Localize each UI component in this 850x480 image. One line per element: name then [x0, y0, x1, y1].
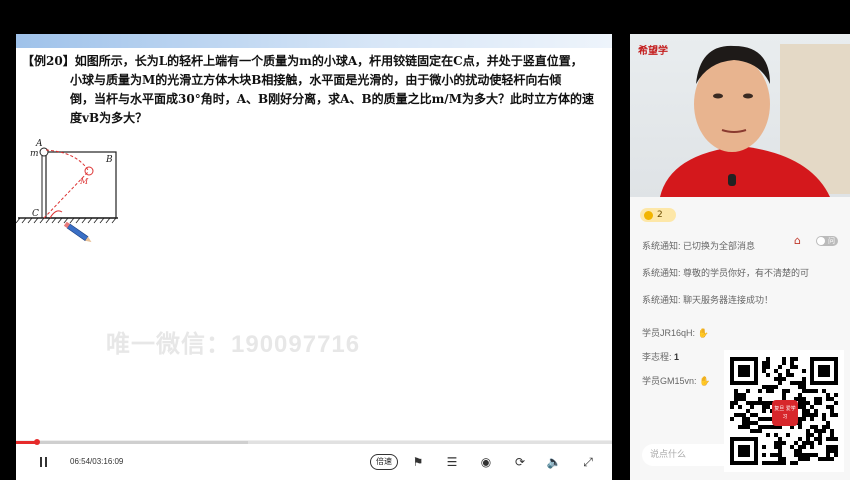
- label-a: A: [35, 139, 43, 149]
- chat-message: 系统通知: 尊敬的学员你好，有不清楚的可: [642, 268, 810, 278]
- label-M: M: [79, 177, 89, 186]
- announcement-icon[interactable]: ⌂: [794, 235, 806, 247]
- label-c: C: [32, 209, 39, 219]
- problem-line-2: 小球与质量为M的光滑立方体木块B相接触，水平面是光滑的，由于微小的扰动使轻杆向右…: [70, 73, 562, 87]
- fullscreen-icon[interactable]: ⤢: [580, 454, 596, 470]
- problem-tag: 【例20】: [22, 54, 75, 68]
- top-bar: [0, 0, 850, 30]
- annotation-arc: [45, 149, 89, 171]
- slide-header-bar: [16, 34, 612, 48]
- viewer-count: 2: [657, 210, 663, 220]
- teacher-figure: [660, 44, 850, 197]
- app-window: 【例20】如图所示，长为L的轻杆上端有一个质量为m的小球A，杆用铰链固定在C点，…: [0, 0, 850, 480]
- buffer-fill: [16, 441, 249, 444]
- teacher-webcam: 希望学: [630, 34, 850, 197]
- problem-line-4: 度vB为多大？: [70, 111, 148, 125]
- chat-message: 学员JR16qH: ✋: [642, 328, 709, 338]
- label-m: m: [30, 149, 39, 159]
- viewer-count-row: 2: [640, 208, 676, 222]
- thumb-icon: ✋: [697, 328, 709, 338]
- progress-bar[interactable]: [16, 439, 612, 445]
- problem-line-1: 如图所示，长为L的轻杆上端有一个质量为m的小球A，杆用铰链固定在C点，并处于竖直…: [74, 54, 583, 68]
- player-controls: 06:54/03:16:09 倍速 ⚑ ☰ ◉ ⟳ 🔈 ⤢: [16, 439, 612, 480]
- time-display: 06:54/03:16:09: [70, 457, 124, 466]
- progress-knob[interactable]: [33, 439, 40, 445]
- label-b: B: [105, 155, 113, 165]
- problem-line-3: 倒，当杆与水平面成30°角时，A、B刚好分离，求A、B的质量之比m/M为多大？此…: [70, 92, 594, 106]
- qr-code: 复旦 爱学习: [724, 350, 844, 472]
- marker-icon[interactable]: ⚑: [410, 454, 426, 470]
- subtitle-icon[interactable]: ☰: [444, 454, 460, 470]
- thumb-icon: ✋: [699, 376, 711, 386]
- qr-badge: 复旦 爱学习: [772, 400, 798, 426]
- lesson-slide: 【例20】如图所示，长为L的轻杆上端有一个质量为m的小球A，杆用铰链固定在C点，…: [16, 34, 612, 440]
- physics-diagram: A m B C M: [16, 139, 118, 243]
- annotation-angle: [49, 210, 63, 219]
- loop-icon[interactable]: ⟳: [512, 454, 528, 470]
- speed-button[interactable]: 倍速: [370, 454, 398, 470]
- question-toggle[interactable]: 问: [816, 236, 838, 246]
- chat-message: 学员GM15vn: ✋: [642, 376, 711, 386]
- problem-text: 【例20】如图所示，长为L的轻杆上端有一个质量为m的小球A，杆用铰链固定在C点，…: [22, 52, 606, 128]
- pen-cursor-icon: [63, 221, 92, 243]
- viewer-icon: [644, 210, 653, 220]
- chat-message: 系统通知: 已切换为全部消息: [642, 241, 756, 251]
- chat-message: 李志程: 1: [642, 352, 680, 362]
- pause-button[interactable]: [38, 456, 50, 468]
- volume-icon[interactable]: 🔈: [546, 454, 562, 470]
- viewer-badge: 2: [640, 208, 676, 222]
- watermark: 唯一微信：190097716: [106, 331, 361, 358]
- screenshot-icon[interactable]: ◉: [478, 454, 494, 470]
- annotation-ball: [84, 166, 94, 176]
- chat-message: 系统通知: 聊天服务器连接成功！: [642, 295, 774, 305]
- ball-a: [39, 147, 49, 157]
- pause-icon: [40, 457, 42, 467]
- brand-logo: 希望学: [638, 46, 668, 57]
